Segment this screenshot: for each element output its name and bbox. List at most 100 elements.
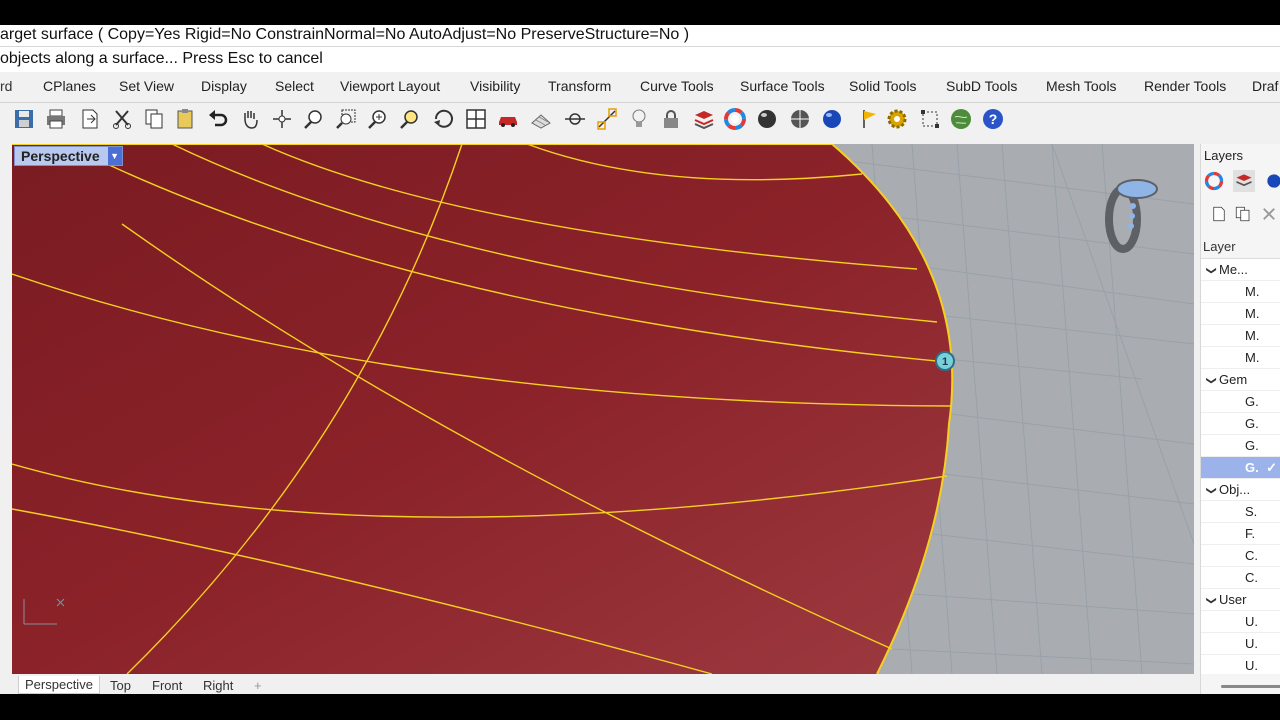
- gear-icon[interactable]: [883, 105, 911, 133]
- tab-visibility[interactable]: Visibility: [470, 78, 520, 94]
- globe-icon[interactable]: [947, 105, 975, 133]
- rotate-view-icon[interactable]: [268, 105, 296, 133]
- layers-scrollbar[interactable]: [1221, 685, 1280, 688]
- zoom-dynamic-icon[interactable]: [300, 105, 328, 133]
- layer-name: C.: [1245, 548, 1258, 563]
- chevron-down-icon[interactable]: ❯: [1201, 486, 1222, 500]
- tab-curve-tools[interactable]: Curve Tools: [640, 78, 714, 94]
- layer-row[interactable]: M.: [1201, 325, 1280, 347]
- layer-name: Me...: [1219, 262, 1248, 277]
- layer-group-row[interactable]: ❯ User: [1201, 589, 1280, 611]
- layer-name: U.: [1245, 658, 1258, 673]
- zoom-selected-icon[interactable]: [396, 105, 424, 133]
- undo-icon[interactable]: [204, 105, 232, 133]
- layer-name: G.: [1245, 394, 1259, 409]
- tab-set-view[interactable]: Set View: [119, 78, 174, 94]
- layer-row[interactable]: M.: [1201, 303, 1280, 325]
- layer-row[interactable]: S.: [1201, 501, 1280, 523]
- layer-row[interactable]: G.: [1201, 413, 1280, 435]
- tab-transform[interactable]: Transform: [548, 78, 611, 94]
- layer-row[interactable]: U.: [1201, 611, 1280, 633]
- render-sphere-icon[interactable]: [753, 105, 781, 133]
- new-layer-icon[interactable]: [1209, 204, 1229, 224]
- layer-group-row[interactable]: ❯ Me...: [1201, 259, 1280, 281]
- viewport-tab-front[interactable]: Front: [152, 678, 182, 693]
- four-views-icon[interactable]: [462, 105, 490, 133]
- layer-row-current[interactable]: G. ✓: [1201, 457, 1280, 479]
- layer-tree: ❯ Me... M. M. M. M. ❯ Gem G. G. G. G. ✓ ❯ Ob…: [1201, 258, 1280, 674]
- rotate-camera-icon[interactable]: [430, 105, 458, 133]
- color-wheel-icon[interactable]: [1203, 170, 1225, 192]
- viewport-menu-dropdown-icon[interactable]: ▼: [107, 147, 122, 165]
- tab-drafting[interactable]: Draf: [1252, 78, 1278, 94]
- layer-row[interactable]: M.: [1201, 281, 1280, 303]
- tab-cplanes[interactable]: CPlanes: [43, 78, 96, 94]
- layer-row[interactable]: G.: [1201, 391, 1280, 413]
- copy-icon[interactable]: [140, 105, 168, 133]
- chevron-down-icon[interactable]: ❯: [1201, 596, 1222, 610]
- lightbulb-icon[interactable]: [625, 105, 653, 133]
- lock-icon[interactable]: [657, 105, 685, 133]
- tab-mesh-tools[interactable]: Mesh Tools: [1046, 78, 1117, 94]
- standard-toolbar: ?: [0, 103, 1280, 139]
- perspective-viewport[interactable]: 1 Perspective ▼: [12, 144, 1194, 674]
- tab-select[interactable]: Select: [275, 78, 314, 94]
- tab-viewport-layout[interactable]: Viewport Layout: [340, 78, 440, 94]
- zoom-extents-icon[interactable]: [364, 105, 392, 133]
- viewport-scene: 1: [12, 144, 1194, 674]
- shaded-sphere-icon[interactable]: [786, 105, 814, 133]
- chevron-down-icon[interactable]: ❯: [1201, 266, 1222, 280]
- print-icon[interactable]: [42, 105, 70, 133]
- delete-layer-icon[interactable]: [1259, 204, 1279, 224]
- grid-icon[interactable]: [527, 105, 555, 133]
- snap-icon[interactable]: [561, 105, 589, 133]
- help-icon[interactable]: ?: [979, 105, 1007, 133]
- new-sublayer-icon[interactable]: [1233, 204, 1253, 224]
- layer-name: G.: [1245, 460, 1259, 475]
- command-prompt-line[interactable]: objects along a surface... Press Esc to …: [0, 47, 323, 71]
- layer-column-header: Layer: [1203, 239, 1236, 254]
- layers-tab-icon[interactable]: [1233, 170, 1255, 192]
- layer-row[interactable]: F.: [1201, 523, 1280, 545]
- save-icon[interactable]: [10, 105, 38, 133]
- add-viewport-icon[interactable]: +: [254, 678, 262, 693]
- tab-surface-tools[interactable]: Surface Tools: [740, 78, 825, 94]
- viewport-title[interactable]: Perspective ▼: [14, 146, 123, 166]
- paste-icon[interactable]: [171, 105, 199, 133]
- import-icon[interactable]: [76, 105, 104, 133]
- viewport-tab-right[interactable]: Right: [203, 678, 233, 693]
- viewport-tabs: Perspective Top Front Right +: [12, 676, 1194, 694]
- zoom-window-icon[interactable]: [332, 105, 360, 133]
- cut-icon[interactable]: [108, 105, 136, 133]
- tab-subd-tools[interactable]: SubD Tools: [946, 78, 1017, 94]
- pan-hand-icon[interactable]: [236, 105, 264, 133]
- layer-row[interactable]: C.: [1201, 567, 1280, 589]
- layer-row[interactable]: U.: [1201, 633, 1280, 655]
- osnap-icon[interactable]: [593, 105, 621, 133]
- render-tab-icon[interactable]: [1263, 170, 1280, 192]
- toolbar-tabs: rd CPlanes Set View Display Select Viewp…: [0, 72, 1280, 103]
- layer-name: Obj...: [1219, 482, 1251, 497]
- viewport-tab-perspective[interactable]: Perspective: [18, 676, 100, 694]
- chevron-down-icon[interactable]: ❯: [1201, 376, 1222, 390]
- car-icon[interactable]: [494, 105, 522, 133]
- layer-group-row[interactable]: ❯ Obj...: [1201, 479, 1280, 501]
- tab-display[interactable]: Display: [201, 78, 247, 94]
- tab-render-tools[interactable]: Render Tools: [1144, 78, 1226, 94]
- command-area[interactable]: arget surface ( Copy=Yes Rigid=No Constr…: [0, 25, 1280, 72]
- layer-row[interactable]: M.: [1201, 347, 1280, 369]
- flag-icon[interactable]: [856, 105, 884, 133]
- layer-row[interactable]: C.: [1201, 545, 1280, 567]
- layer-row[interactable]: G.: [1201, 435, 1280, 457]
- blue-sphere-icon[interactable]: [818, 105, 846, 133]
- tab-standard[interactable]: rd: [0, 72, 26, 103]
- layer-icon[interactable]: [690, 105, 718, 133]
- bounding-box-icon[interactable]: [916, 105, 944, 133]
- tab-solid-tools[interactable]: Solid Tools: [849, 78, 916, 94]
- layer-row[interactable]: U.: [1201, 655, 1280, 674]
- command-history-line: arget surface ( Copy=Yes Rigid=No Constr…: [0, 25, 1280, 47]
- layer-name: C.: [1245, 570, 1258, 585]
- viewport-tab-top[interactable]: Top: [110, 678, 131, 693]
- layer-group-row[interactable]: ❯ Gem: [1201, 369, 1280, 391]
- color-wheel-icon[interactable]: [721, 105, 749, 133]
